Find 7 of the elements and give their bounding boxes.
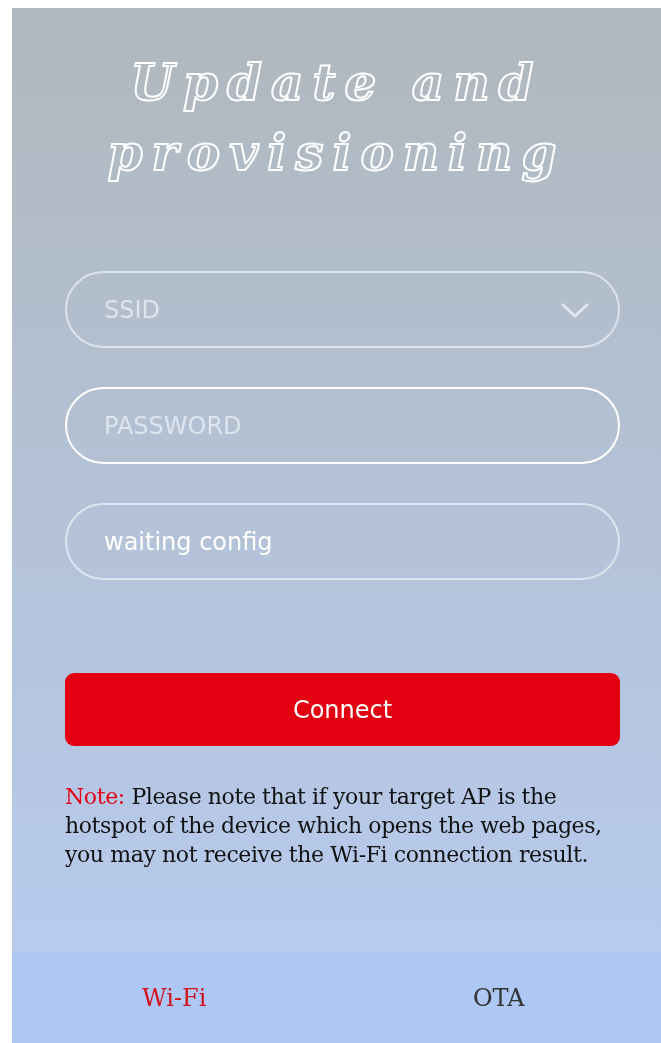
chevron-down-icon: [560, 300, 590, 319]
status-field[interactable]: waiting config: [65, 503, 620, 580]
page-title: Update and provisioning: [106, 52, 567, 185]
note-text: Note: Please note that if your target AP is the hotspot of the device which opens the web pages, you may not receive the Wi-Fi connection result.: [65, 783, 603, 869]
connect-button[interactable]: Connect: [65, 673, 620, 746]
tab[interactable]: Wi-Fi: [142, 984, 207, 1012]
tab[interactable]: OTA: [472, 984, 525, 1012]
